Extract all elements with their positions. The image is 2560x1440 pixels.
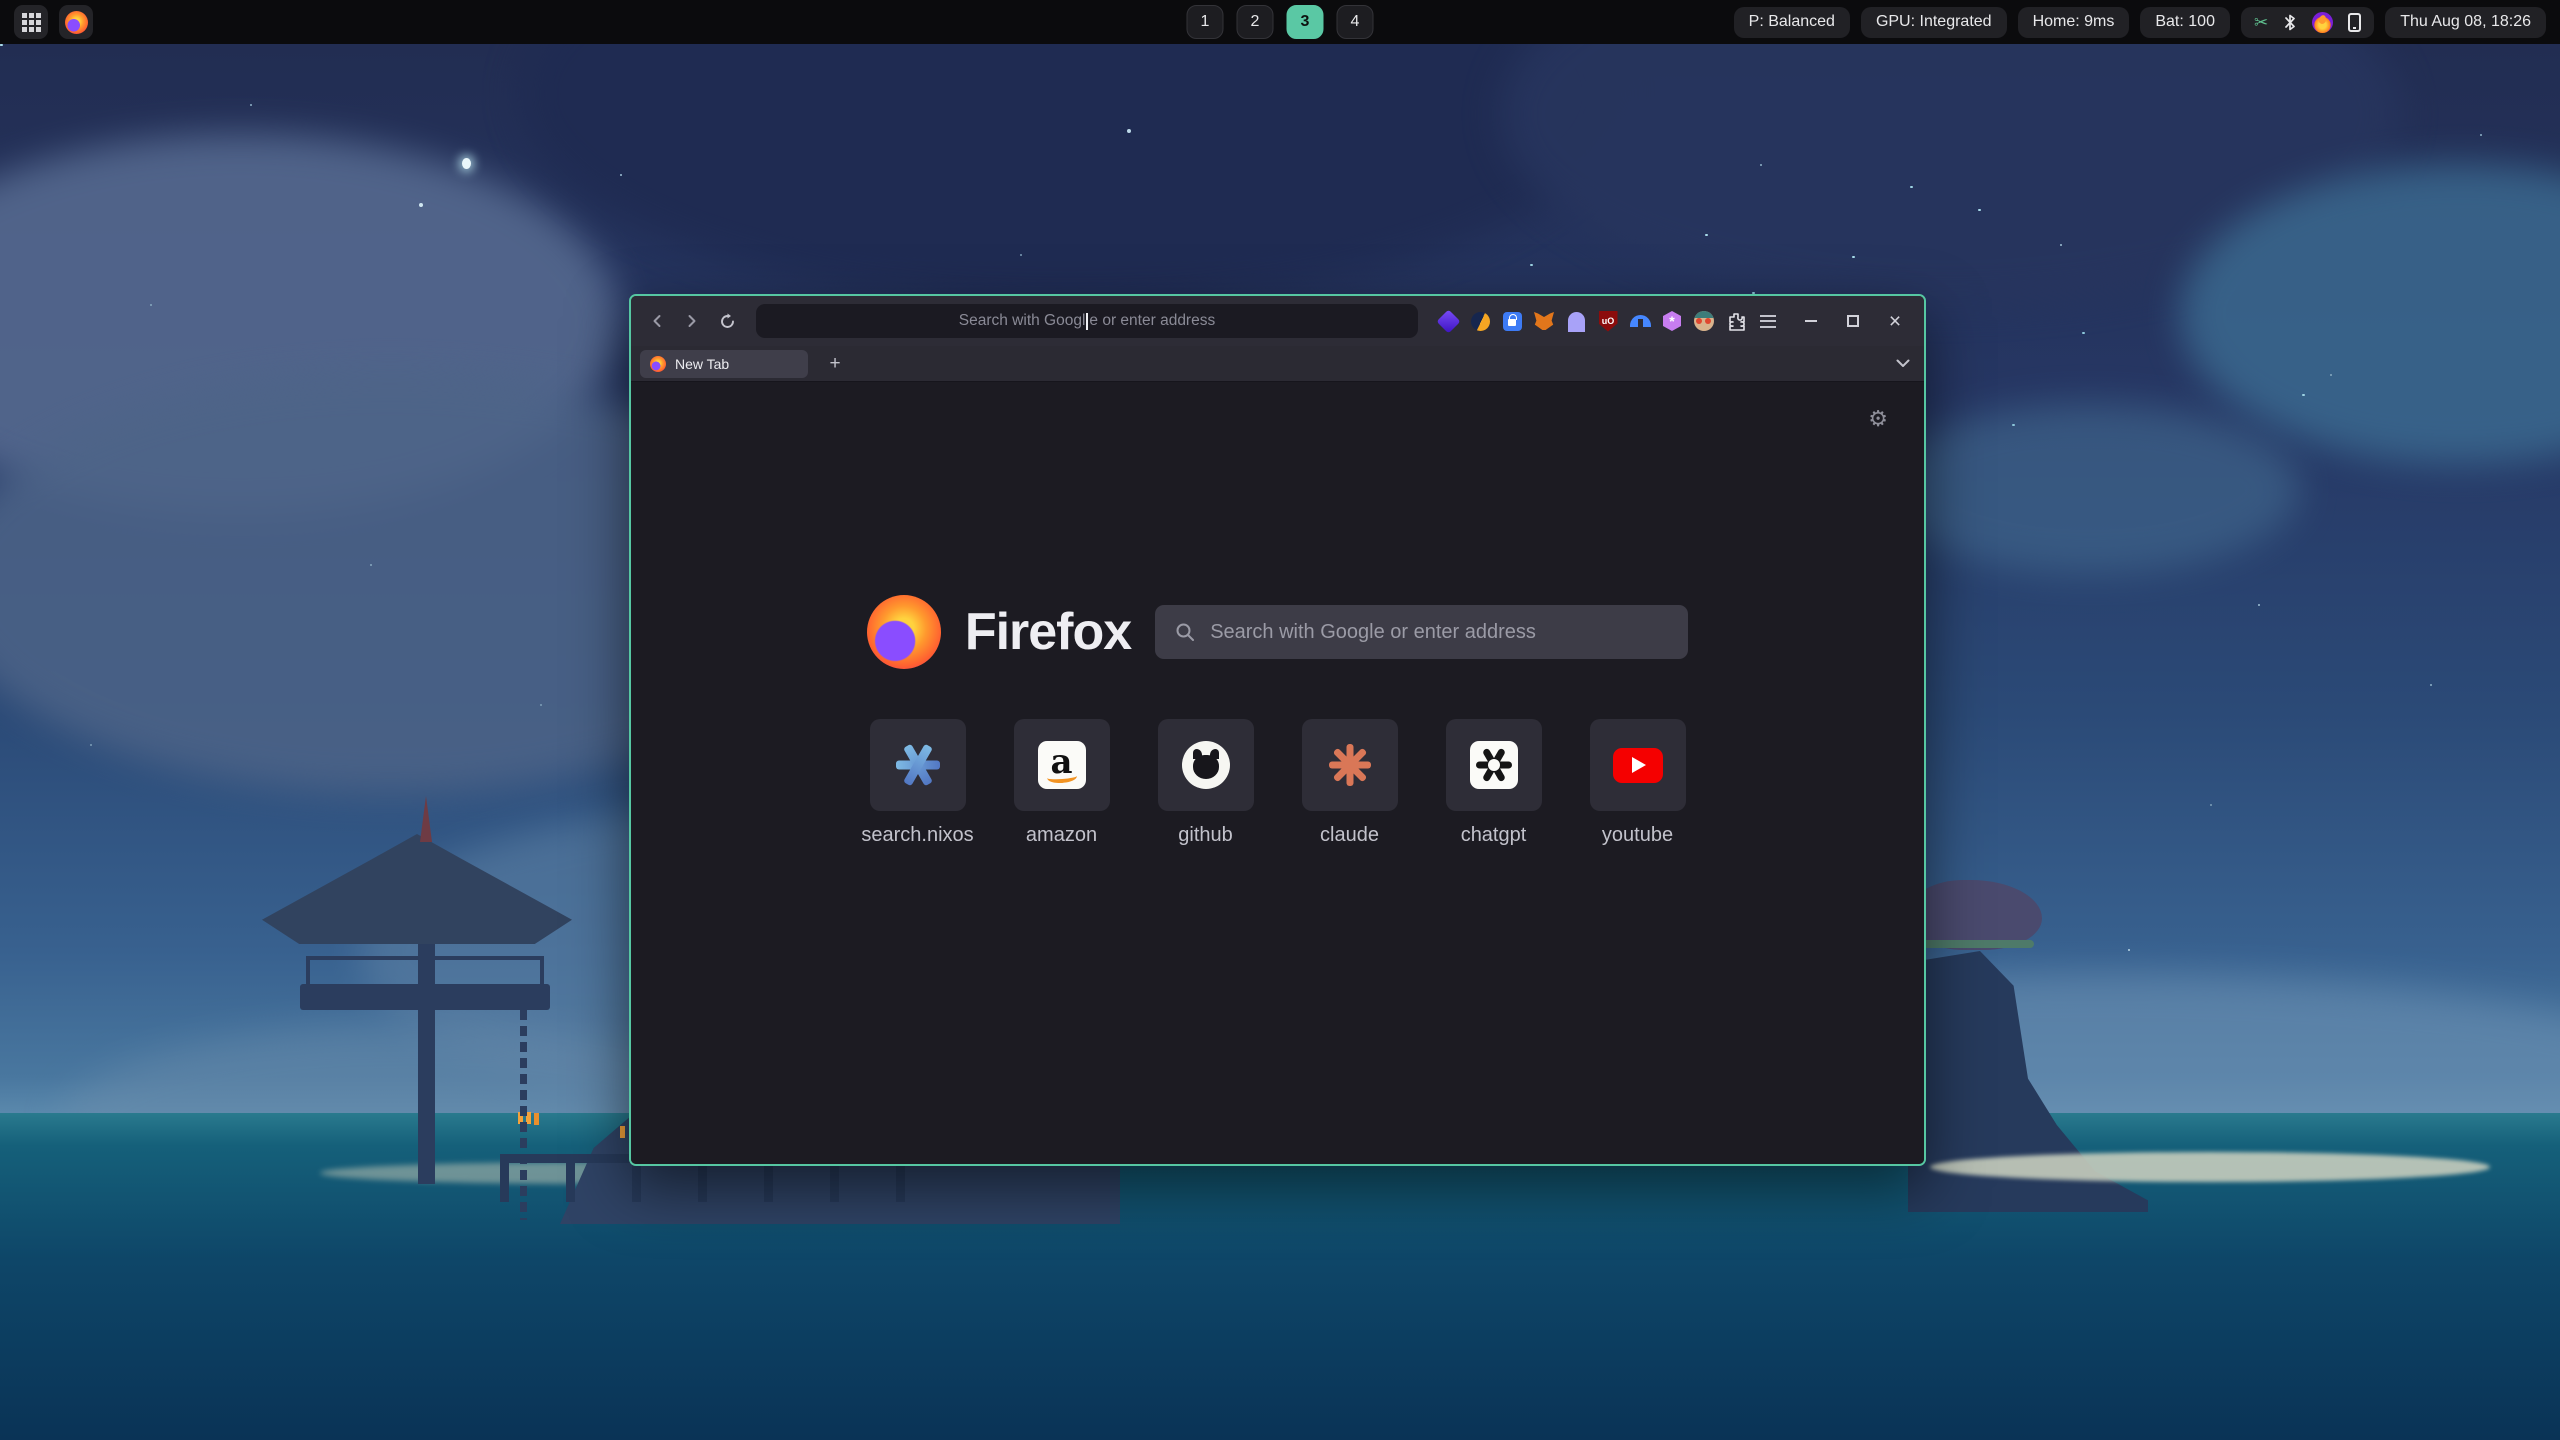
workspace-4-button[interactable]: 4 (1337, 5, 1374, 39)
tab-title: New Tab (675, 356, 729, 372)
watchtower-finial (420, 796, 432, 842)
claude-starburst-icon (1302, 719, 1398, 811)
scissors-icon: ✂ (2254, 14, 2268, 31)
personalize-gear-icon[interactable]: ⚙ (1868, 408, 1888, 430)
bluetooth-icon (2283, 13, 2297, 32)
extension-ghostery-icon[interactable] (1565, 310, 1587, 332)
amazon-icon: a (1014, 719, 1110, 811)
workspace-switcher: 1 2 3 4 (1187, 0, 1374, 44)
forward-button[interactable] (678, 307, 706, 335)
shortcut-chatgpt[interactable]: chatgpt (1446, 719, 1542, 847)
search-icon (1175, 622, 1195, 642)
shortcut-label: github (1178, 824, 1233, 847)
tab-new-tab[interactable]: New Tab (640, 350, 808, 378)
youtube-play-icon (1590, 719, 1686, 811)
power-profile-pill[interactable]: P: Balanced (1734, 7, 1850, 38)
extension-ublock-origin-icon[interactable]: uO (1597, 310, 1619, 332)
firefox-logo (867, 595, 941, 669)
phone-icon (2348, 13, 2361, 32)
battery-pill[interactable]: Bat: 100 (2140, 7, 2230, 38)
shortcut-label: youtube (1602, 824, 1673, 847)
extension-snowflake-icon[interactable]: * (1661, 310, 1683, 332)
taskbar: 1 2 3 4 P: Balanced GPU: Integrated Home… (0, 0, 2560, 44)
newtab-page: ⚙ Firefox Search with Google or enter ad… (631, 382, 1924, 1164)
minimize-button[interactable] (1800, 310, 1822, 332)
url-placeholder-right: e or enter address (1089, 312, 1215, 330)
flame-badge-icon (2312, 12, 2333, 33)
shortcut-tiles: search.nixos a amazon github (631, 719, 1924, 847)
extensions-puzzle-button[interactable] (1725, 310, 1747, 332)
text-caret (1086, 313, 1088, 330)
tray-icons-pill[interactable]: ✂ (2241, 7, 2374, 38)
sandbar (1930, 1152, 2490, 1182)
gpu-pill[interactable]: GPU: Integrated (1861, 7, 2007, 38)
window-controls: × (1800, 310, 1906, 332)
list-all-tabs-chevron[interactable] (1896, 359, 1910, 368)
app-menu-hamburger-button[interactable] (1757, 310, 1779, 332)
workspace-2-button[interactable]: 2 (1237, 5, 1274, 39)
firefox-wordmark: Firefox (965, 602, 1131, 662)
right-island-ledge (1914, 940, 2034, 948)
extensions-row: uO * (1437, 310, 1779, 332)
latency-pill[interactable]: Home: 9ms (2018, 7, 2130, 38)
shortcut-claude[interactable]: claude (1302, 719, 1398, 847)
new-tab-button[interactable]: + (822, 351, 848, 377)
shortcut-label: search.nixos (861, 824, 973, 847)
shortcut-amazon[interactable]: a amazon (1014, 719, 1110, 847)
taskbar-launchers (14, 5, 93, 39)
extension-spy-face-icon[interactable] (1693, 310, 1715, 332)
app-grid-launcher[interactable] (14, 5, 48, 39)
url-placeholder-left: Search with Googl (959, 312, 1086, 330)
app-grid-icon (22, 13, 41, 32)
close-button[interactable]: × (1884, 310, 1906, 332)
shortcut-label: chatgpt (1461, 824, 1527, 847)
extension-nordvpn-icon[interactable] (1629, 310, 1651, 332)
clock-pill[interactable]: Thu Aug 08, 18:26 (2385, 7, 2546, 38)
shortcut-youtube[interactable]: youtube (1590, 719, 1686, 847)
tab-bar: New Tab + (631, 346, 1924, 382)
tab-favicon-firefox (650, 356, 666, 372)
shortcut-label: claude (1320, 824, 1379, 847)
extension-dark-mode-icon[interactable] (1469, 310, 1491, 332)
shortcut-search-nixos[interactable]: search.nixos (870, 719, 966, 847)
bright-star (462, 158, 471, 169)
extension-purple-diamond-icon[interactable] (1437, 310, 1459, 332)
extension-metamask-fox-icon[interactable] (1533, 310, 1555, 332)
shortcut-github[interactable]: github (1158, 719, 1254, 847)
taskbar-status: P: Balanced GPU: Integrated Home: 9ms Ba… (1734, 7, 2546, 38)
cloud (520, 44, 1620, 304)
firefox-icon (65, 11, 88, 34)
newtab-search-field[interactable]: Search with Google or enter address (1155, 605, 1688, 659)
firefox-launcher[interactable] (59, 5, 93, 39)
cloud (1880, 404, 2300, 574)
maximize-button[interactable] (1842, 310, 1864, 332)
url-bar[interactable]: Search with Googl e or enter address (756, 304, 1418, 338)
workspace-1-button[interactable]: 1 (1187, 5, 1224, 39)
navigation-toolbar: Search with Googl e or enter address uO … (631, 296, 1924, 346)
firefox-window: Search with Googl e or enter address uO … (629, 294, 1926, 1166)
newtab-hero: Firefox Search with Google or enter addr… (631, 592, 1924, 672)
nixos-snowflake-icon (870, 719, 966, 811)
shortcut-label: amazon (1026, 824, 1097, 847)
github-octocat-icon (1158, 719, 1254, 811)
extension-shield-lock-icon[interactable] (1501, 310, 1523, 332)
reload-button[interactable] (713, 307, 741, 335)
newtab-search-placeholder: Search with Google or enter address (1210, 621, 1536, 644)
sea-sparkles (0, 44, 3, 46)
screen: 1 2 3 4 P: Balanced GPU: Integrated Home… (0, 0, 2560, 1440)
workspace-3-button-active[interactable]: 3 (1287, 5, 1324, 39)
openai-knot-icon (1446, 719, 1542, 811)
back-button[interactable] (643, 307, 671, 335)
